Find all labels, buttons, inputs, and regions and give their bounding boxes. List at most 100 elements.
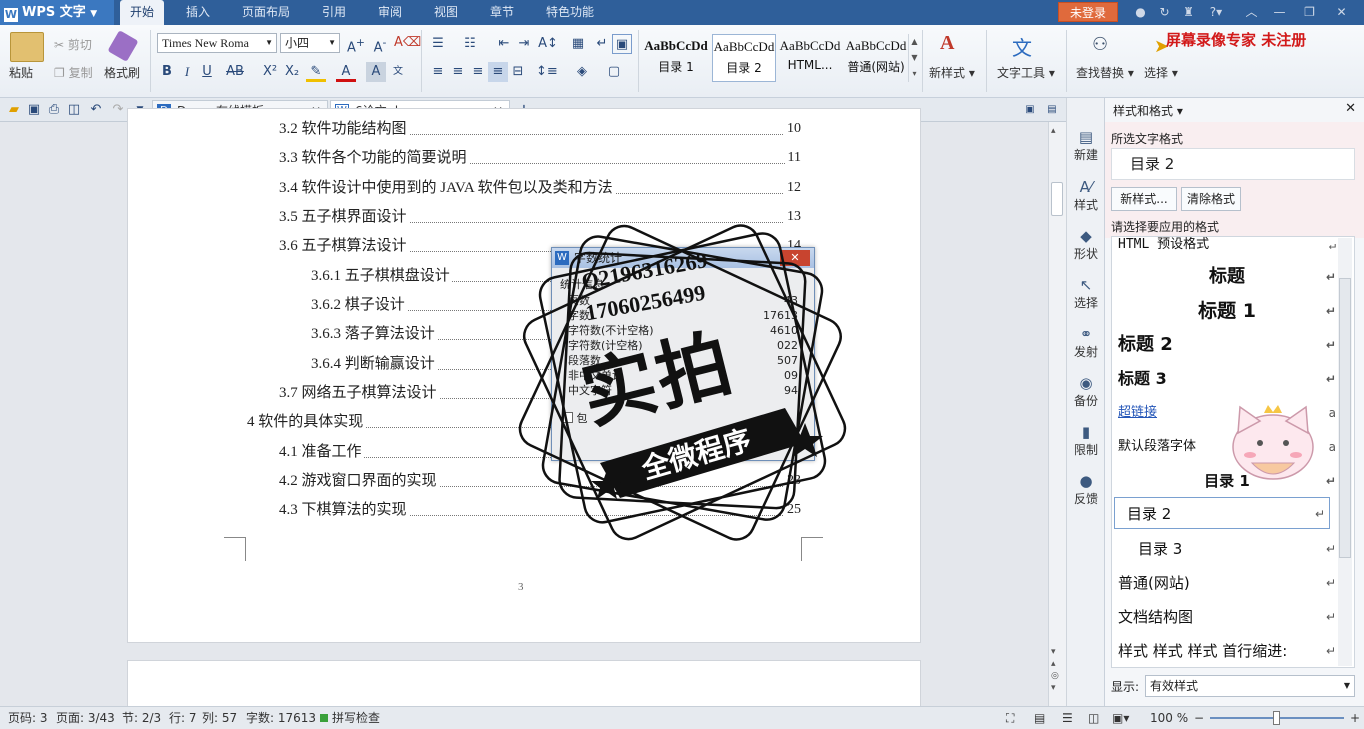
italic-icon[interactable]: I <box>177 62 197 82</box>
paste-button[interactable]: 粘贴 <box>9 64 33 81</box>
zoom-out-icon[interactable]: − <box>1194 707 1204 729</box>
vertical-scrollbar[interactable]: ▴ ▾ ▴ ◎ ▾ <box>1048 122 1066 706</box>
fullscreen-icon[interactable]: ⛶ <box>1006 707 1014 729</box>
scroll-thumb[interactable] <box>1339 278 1351 558</box>
shrink-font-icon[interactable]: A- <box>370 33 390 55</box>
shirt-icon[interactable]: ♜ <box>1181 5 1196 20</box>
outline-view-icon[interactable]: ☰ <box>1062 707 1073 729</box>
restore-icon[interactable]: ❐ <box>1302 5 1317 20</box>
tab-start[interactable]: 开始 <box>120 0 164 25</box>
toc-entry[interactable]: 3.4 软件设计中使用到的 JAVA 软件包以及类和方法 12 <box>279 178 801 198</box>
style-list[interactable]: HTML 预设格式 ↵ 标题 ↵ 标题 1 ↵ 标题 2 ↵ 标题 3 ↵ 超链接 a 默认… <box>1111 236 1355 668</box>
tab-list-icon[interactable]: ▣ <box>1020 100 1040 120</box>
toc-entry[interactable]: 3.3 软件各个功能的简要说明 11 <box>279 148 801 168</box>
style-gallery-item[interactable]: AaBbCcDd 普通(网站) <box>844 34 908 82</box>
tab-special[interactable]: 特色功能 <box>540 0 600 25</box>
side-style-button[interactable]: A⁄ 样式 <box>1067 178 1105 213</box>
tab-chapter[interactable]: 章节 <box>480 0 524 25</box>
copy-button[interactable]: ❐ 复制 <box>54 64 93 81</box>
tab-view[interactable]: 视图 <box>424 0 468 25</box>
new-style-icon[interactable]: A <box>940 32 966 60</box>
line-spacing-icon[interactable]: ↕≡ <box>536 62 558 82</box>
increase-indent-icon[interactable]: ⇥ <box>514 34 534 54</box>
style-gallery-scroll[interactable]: ▲ ▼ ▾ <box>908 34 920 82</box>
style-item[interactable]: 目录 3 ↵ <box>1118 533 1336 565</box>
font-size-select[interactable]: 小四 ▼ <box>280 33 340 53</box>
side-feedback-button[interactable]: ● 反馈 <box>1067 472 1105 507</box>
style-gallery-item[interactable]: AaBbCcDd HTML... <box>778 34 842 82</box>
text-direction-icon[interactable]: A↕ <box>538 34 558 54</box>
style-item[interactable]: 标题 2 ↵ <box>1118 329 1336 361</box>
cut-button[interactable]: ✂ 剪切 <box>54 36 92 53</box>
web-view-icon[interactable]: ◫ <box>1088 707 1099 729</box>
side-send-button[interactable]: ⚭ 发射 <box>1067 325 1105 360</box>
redo-icon[interactable]: ↷ <box>108 100 128 120</box>
toc-entry[interactable]: 3.2 软件功能结构图 10 <box>279 119 801 139</box>
style-item[interactable]: 标题 ↵ <box>1118 261 1336 293</box>
bold-icon[interactable]: B <box>157 62 177 82</box>
superscript-icon[interactable]: X² <box>260 62 280 82</box>
side-restrict-button[interactable]: ▮ 限制 <box>1067 423 1105 458</box>
print-icon[interactable]: ⎙ <box>44 100 64 120</box>
scroll-thumb[interactable] <box>1051 182 1063 216</box>
tab-page-layout[interactable]: 页面布局 <box>236 0 296 25</box>
style-item[interactable]: 样式 样式 样式 首行缩进: ↵ <box>1118 635 1336 667</box>
format-painter-button[interactable]: 格式刷 <box>104 64 140 81</box>
find-replace-button[interactable]: 查找替换 ▾ <box>1076 64 1134 81</box>
border-icon[interactable]: ▢ <box>604 62 624 82</box>
binoculars-icon[interactable]: ⚇ <box>1092 34 1116 58</box>
subscript-icon[interactable]: X₂ <box>282 62 302 82</box>
new-style-pane-button[interactable]: 新样式... <box>1111 187 1177 211</box>
undo-icon[interactable]: ↶ <box>86 100 106 120</box>
spellcheck-button[interactable]: 拼写检查 <box>332 707 380 729</box>
decrease-indent-icon[interactable]: ⇤ <box>494 34 514 54</box>
tab-options-icon[interactable]: ▤ <box>1042 100 1062 120</box>
tab-reference[interactable]: 引用 <box>312 0 356 25</box>
clear-format-icon[interactable]: A⌫ <box>394 33 421 53</box>
highlight-icon[interactable]: ✎ <box>306 62 326 82</box>
style-item[interactable]: 文档结构图 ↵ <box>1118 601 1336 633</box>
text-tools-icon[interactable]: 文 <box>1012 32 1038 60</box>
style-item[interactable]: 标题 1 ↵ <box>1118 295 1336 327</box>
minimize-icon[interactable]: — <box>1272 5 1287 20</box>
tab-insert[interactable]: 插入 <box>176 0 220 25</box>
help-icon[interactable]: ?▾ <box>1205 5 1227 20</box>
paste-icon[interactable] <box>10 32 44 62</box>
select-button[interactable]: 选择 ▾ <box>1144 64 1178 81</box>
page-nav-icons[interactable]: ▾ ▴ ◎ ▾ <box>1051 646 1063 694</box>
pane-title[interactable]: 样式和格式 ▾ <box>1113 102 1183 119</box>
collapse-ribbon-icon[interactable]: ︿ <box>1244 5 1259 20</box>
font-name-select[interactable]: Times New Roma ▼ <box>157 33 277 53</box>
style-gallery-item-selected[interactable]: AaBbCcDd 目录 2 <box>712 34 776 82</box>
font-color-icon[interactable]: A <box>336 62 356 82</box>
close-pane-icon[interactable]: ✕ <box>1345 101 1356 116</box>
justify-icon[interactable]: ≡ <box>488 62 508 82</box>
print-preview-icon[interactable]: ◫ <box>64 100 84 120</box>
clear-format-button[interactable]: 清除格式 <box>1181 187 1241 211</box>
style-gallery-item[interactable]: AaBbCcDd 目录 1 <box>644 34 708 82</box>
side-shape-button[interactable]: ◆ 形状 <box>1067 227 1105 262</box>
zoom-in-icon[interactable]: + <box>1350 707 1360 729</box>
save-icon[interactable]: ▣ <box>24 100 44 120</box>
new-style-button[interactable]: 新样式 ▾ <box>929 64 975 81</box>
grow-font-icon[interactable]: A+ <box>346 33 366 55</box>
side-backup-button[interactable]: ◉ 备份 <box>1067 374 1105 409</box>
text-tools-button[interactable]: 文字工具 ▾ <box>997 64 1055 81</box>
show-filter-select[interactable]: 有效样式 ▼ <box>1145 675 1355 697</box>
close-icon[interactable]: ✕ <box>1334 5 1349 20</box>
tab-review[interactable]: 审阅 <box>368 0 412 25</box>
align-center-icon[interactable]: ≡ <box>448 62 468 82</box>
style-item[interactable]: 标题 3 ↵ <box>1118 363 1336 395</box>
skin-icon[interactable]: ● <box>1133 5 1148 20</box>
table-icon[interactable]: ▦ <box>568 34 588 54</box>
style-item[interactable]: 普通(网站) ↵ <box>1118 567 1336 599</box>
shading-icon[interactable]: ◈ <box>572 62 592 82</box>
side-new-button[interactable]: ▤ 新建 <box>1067 128 1105 163</box>
zoom-slider-handle[interactable] <box>1273 711 1280 725</box>
distribute-icon[interactable]: ⊟ <box>508 62 528 82</box>
bullet-list-icon[interactable]: ☰ <box>428 34 448 54</box>
phonetic-icon[interactable]: 文 <box>388 62 408 82</box>
align-right-icon[interactable]: ≡ <box>468 62 488 82</box>
status-words[interactable]: 字数: 17613 <box>246 707 316 729</box>
char-shading-icon[interactable]: A <box>366 62 386 82</box>
